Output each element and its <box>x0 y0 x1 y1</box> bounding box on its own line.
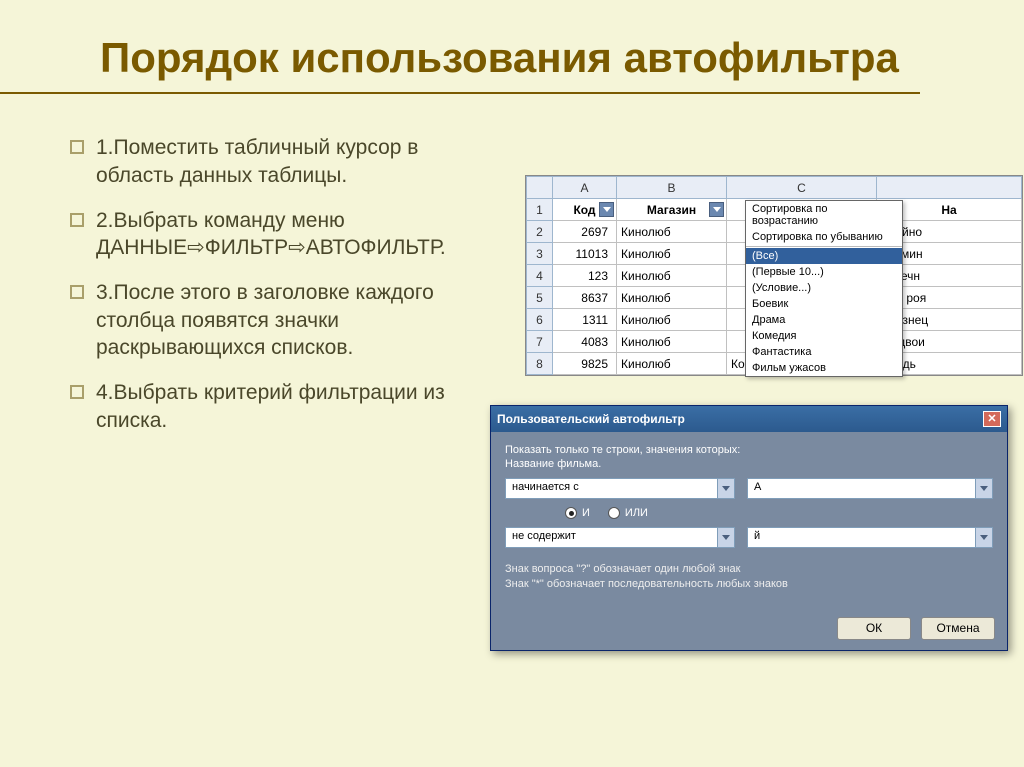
bullet-list: 1.Поместить табличный курсор в область д… <box>70 134 500 452</box>
ok-button[interactable]: ОК <box>837 617 911 640</box>
close-icon[interactable]: ✕ <box>983 411 1001 427</box>
menu-item[interactable]: Комедия <box>746 328 902 344</box>
cell[interactable]: 2697 <box>553 221 617 243</box>
cell[interactable]: 1311 <box>553 309 617 331</box>
list-item: 4.Выбрать критерий фильтрации из списка. <box>70 379 500 434</box>
cell[interactable]: 9825 <box>553 353 617 375</box>
menu-item[interactable]: Фантастика <box>746 344 902 360</box>
bullet-text: 2.Выбрать команду меню ДАННЫЕ⇨ФИЛЬТР⇨АВТ… <box>96 207 500 262</box>
combo-value: начинается с <box>512 481 579 493</box>
menu-item-all[interactable]: (Все) <box>746 248 902 264</box>
bullet-text: 3.После этого в заголовке каждого столбц… <box>96 279 500 361</box>
value1-combo[interactable]: А <box>747 478 993 499</box>
chevron-down-icon[interactable] <box>717 479 734 498</box>
cell[interactable]: 11013 <box>553 243 617 265</box>
cell[interactable]: 4083 <box>553 331 617 353</box>
filter-header-magazin: Магазин <box>617 199 727 221</box>
cell[interactable]: Кинолюб <box>617 287 727 309</box>
col-header-d[interactable] <box>877 177 1022 199</box>
radio-or[interactable]: ИЛИ <box>608 507 648 519</box>
cell[interactable]: Кинолюб <box>617 309 727 331</box>
bullet-icon <box>70 385 84 399</box>
col-header-c[interactable]: C <box>727 177 877 199</box>
corner-cell[interactable] <box>527 177 553 199</box>
cell[interactable]: Кинолюб <box>617 265 727 287</box>
cell[interactable]: Кинолюб <box>617 243 727 265</box>
hint-line: Знак вопроса "?" обозначает один любой з… <box>505 562 993 577</box>
dialog-title: Пользовательский автофильтр <box>497 412 685 426</box>
row-header[interactable]: 8 <box>527 353 553 375</box>
condition2-combo[interactable]: не содержит <box>505 527 735 548</box>
list-item: 3.После этого в заголовке каждого столбц… <box>70 279 500 361</box>
value2-combo[interactable]: й <box>747 527 993 548</box>
menu-item[interactable]: Боевик <box>746 296 902 312</box>
header-label: Код <box>573 203 595 217</box>
header-label: Магазин <box>647 203 696 217</box>
col-header-a[interactable]: A <box>553 177 617 199</box>
dialog-field-name: Название фильма. <box>505 458 993 470</box>
col-header-b[interactable]: B <box>617 177 727 199</box>
menu-item-top10[interactable]: (Первые 10...) <box>746 264 902 280</box>
menu-item-sort-asc[interactable]: Сортировка по возрастанию <box>746 201 902 229</box>
row-header[interactable]: 3 <box>527 243 553 265</box>
hint-line: Знак "*" обозначает последовательность л… <box>505 577 993 592</box>
radio-label: ИЛИ <box>625 507 648 519</box>
menu-item[interactable]: Фильм ужасов <box>746 360 902 376</box>
row-header[interactable]: 4 <box>527 265 553 287</box>
combo-value: й <box>754 530 760 542</box>
autofilter-dropdown: Сортировка по возрастанию Сортировка по … <box>745 200 903 377</box>
row-header[interactable]: 5 <box>527 287 553 309</box>
custom-autofilter-dialog: Пользовательский автофильтр ✕ Показать т… <box>490 405 1008 651</box>
slide-title: Порядок использования автофильтра <box>0 0 920 94</box>
row-header[interactable]: 2 <box>527 221 553 243</box>
cancel-button[interactable]: Отмена <box>921 617 995 640</box>
cell[interactable]: Кинолюб <box>617 221 727 243</box>
menu-item-sort-desc[interactable]: Сортировка по убыванию <box>746 229 902 245</box>
chevron-down-icon[interactable] <box>717 528 734 547</box>
bullet-text: 4.Выбрать критерий фильтрации из списка. <box>96 379 500 434</box>
cell[interactable]: Кинолюб <box>617 353 727 375</box>
filter-dropdown-icon[interactable] <box>709 202 724 217</box>
radio-icon <box>608 507 620 519</box>
dialog-lead: Показать только те строки, значения кото… <box>505 444 993 456</box>
combo-value: А <box>754 481 761 493</box>
menu-item[interactable]: Драма <box>746 312 902 328</box>
dialog-titlebar[interactable]: Пользовательский автофильтр ✕ <box>491 406 1007 432</box>
list-item: 2.Выбрать команду меню ДАННЫЕ⇨ФИЛЬТР⇨АВТ… <box>70 207 500 262</box>
list-item: 1.Поместить табличный курсор в область д… <box>70 134 500 189</box>
radio-icon <box>565 507 577 519</box>
radio-and[interactable]: И <box>565 507 590 519</box>
chevron-down-icon[interactable] <box>975 479 992 498</box>
header-label: На <box>941 203 956 217</box>
combo-value: не содержит <box>512 530 576 542</box>
bullet-icon <box>70 140 84 154</box>
dialog-hint: Знак вопроса "?" обозначает один любой з… <box>505 562 993 593</box>
condition1-combo[interactable]: начинается с <box>505 478 735 499</box>
bullet-icon <box>70 285 84 299</box>
bullet-text: 1.Поместить табличный курсор в область д… <box>96 134 500 189</box>
radio-label: И <box>582 507 590 519</box>
filter-dropdown-icon[interactable] <box>599 202 614 217</box>
row-header[interactable]: 6 <box>527 309 553 331</box>
row-header[interactable]: 1 <box>527 199 553 221</box>
filter-header-kod: Код <box>553 199 617 221</box>
cell[interactable]: 8637 <box>553 287 617 309</box>
chevron-down-icon[interactable] <box>975 528 992 547</box>
cell[interactable]: Кинолюб <box>617 331 727 353</box>
menu-item-condition[interactable]: (Условие...) <box>746 280 902 296</box>
separator <box>746 246 902 247</box>
row-header[interactable]: 7 <box>527 331 553 353</box>
bullet-icon <box>70 213 84 227</box>
cell[interactable]: 123 <box>553 265 617 287</box>
